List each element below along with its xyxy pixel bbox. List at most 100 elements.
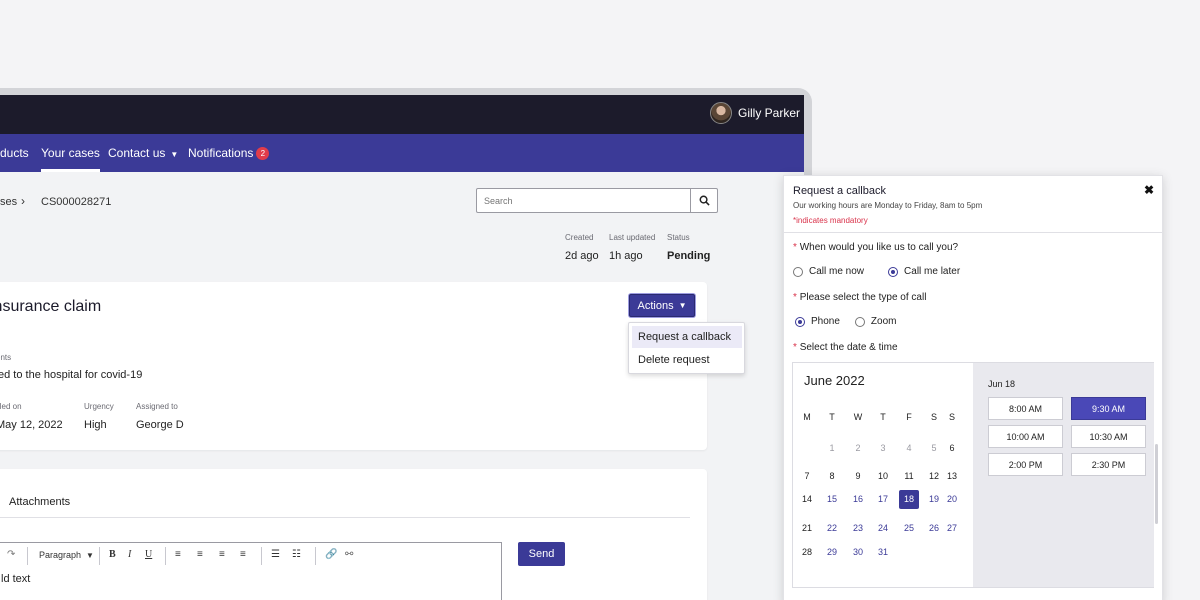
menu-item-request-callback[interactable]: Request a callback (632, 326, 742, 348)
search-button[interactable] (690, 189, 717, 212)
calendar-day[interactable]: 7 (797, 467, 817, 486)
time-slot-button[interactable]: 2:30 PM (1071, 453, 1146, 476)
toolbar-divider (165, 547, 166, 565)
nav-notifications-label: Notifications (188, 146, 254, 160)
nav-your-cases[interactable]: Your cases (41, 146, 100, 172)
status-value: Pending (667, 250, 711, 262)
radio-call-later[interactable] (888, 266, 899, 277)
comments-label: ents (0, 353, 12, 362)
calendar-day[interactable]: 20 (942, 490, 962, 509)
bullet-list-icon[interactable]: ☰ (271, 549, 280, 560)
app-screen: Gilly Parker ducts Your cases Contact us… (0, 95, 804, 600)
tab-attachments[interactable]: Attachments (9, 496, 70, 508)
nav-contact-us[interactable]: Contact us ▼ (108, 146, 178, 160)
justify-icon[interactable]: ≡ (240, 549, 246, 560)
radio-phone[interactable] (795, 316, 805, 327)
calendar-day[interactable]: 29 (822, 543, 842, 562)
question-when-label: When would you like us to call you? (799, 242, 959, 253)
message-editor[interactable]: ld text (0, 569, 502, 600)
panel-scrollbar[interactable] (1155, 444, 1158, 524)
caret-down-icon: ▼ (170, 150, 179, 159)
notification-badge: 2 (256, 147, 270, 160)
top-bar: Gilly Parker (0, 95, 804, 134)
avatar (709, 102, 732, 124)
weekday-header: T (880, 412, 886, 422)
assigned-to-value: George D (136, 419, 184, 431)
align-center-icon[interactable]: ≡ (197, 549, 203, 560)
calendar-day[interactable]: 14 (797, 490, 817, 509)
radio-call-now[interactable] (793, 266, 803, 277)
paragraph-select[interactable]: Paragraph ▼ (39, 550, 94, 560)
calendar-day[interactable]: 25 (899, 519, 919, 538)
date-time-picker: June 2022 M T W T F S S 1 2 3 4 5 6 7 8 9 10 11 12 13 14 15 16… (792, 362, 1154, 588)
calendar-day[interactable]: 31 (873, 543, 893, 562)
calendar-day[interactable]: 19 (924, 490, 944, 509)
calendar-day[interactable]: 22 (822, 519, 842, 538)
breadcrumb-parent[interactable]: ses (0, 196, 17, 208)
italic-icon[interactable]: I (128, 549, 131, 560)
calendar-day[interactable]: 8 (822, 467, 842, 486)
link-icon[interactable]: 🔗 (325, 549, 337, 560)
calendar-day: 1 (829, 443, 835, 453)
calendar-day[interactable]: 23 (848, 519, 868, 538)
weekday-header: W (853, 412, 863, 422)
time-slot-button[interactable]: 9:30 AM (1071, 397, 1146, 420)
required-marker: * (793, 292, 797, 303)
search-icon (699, 195, 710, 206)
calendar-day[interactable]: 24 (873, 519, 893, 538)
calendar-day[interactable]: 12 (924, 467, 944, 486)
nav-notifications[interactable]: Notifications 2 (188, 146, 270, 160)
caret-down-icon: ▼ (86, 551, 94, 560)
weekday-header: M (803, 412, 811, 422)
case-title: insurance claim (0, 298, 102, 315)
calendar-day[interactable]: 27 (942, 519, 962, 538)
close-icon[interactable]: ✖ (1144, 183, 1154, 197)
calendar-day[interactable]: 13 (942, 467, 962, 486)
calendar-day[interactable]: 16 (848, 490, 868, 509)
radio-group-call-type: Phone Zoom (795, 316, 896, 327)
calendar-day[interactable]: 21 (797, 519, 817, 538)
calendar-day[interactable]: 17 (873, 490, 893, 509)
calendar-day[interactable]: 28 (797, 543, 817, 562)
filed-on-label: iled on (0, 402, 22, 411)
align-left-icon[interactable]: ≡ (175, 549, 181, 560)
time-slot-button[interactable]: 8:00 AM (988, 397, 1063, 420)
nav-products[interactable]: ducts (0, 146, 29, 160)
calendar-day[interactable]: 30 (848, 543, 868, 562)
breadcrumb-current: CS000028271 (41, 196, 112, 208)
calendar-day[interactable]: 18 (899, 490, 919, 509)
calendar-day[interactable]: 15 (822, 490, 842, 509)
question-date-time: * Select the date & time (793, 342, 898, 353)
send-button[interactable]: Send (518, 542, 565, 566)
calendar-day[interactable]: 10 (873, 467, 893, 486)
time-slot-button[interactable]: 10:00 AM (988, 425, 1063, 448)
radio-zoom[interactable] (854, 316, 865, 327)
actions-label: Actions (637, 299, 674, 312)
menu-item-delete-request[interactable]: Delete request (632, 349, 742, 371)
search-input[interactable] (477, 189, 691, 212)
urgency-label: Urgency (84, 402, 114, 411)
user-menu[interactable]: Gilly Parker (709, 102, 800, 124)
paragraph-select-label: Paragraph (39, 550, 82, 560)
align-right-icon[interactable]: ≡ (219, 549, 225, 560)
callback-panel: Request a callback Our working hours are… (783, 175, 1163, 600)
redo-icon[interactable]: ↷ (7, 549, 15, 560)
calendar-day[interactable]: 6 (942, 439, 962, 458)
toolbar-divider (315, 547, 316, 565)
calendar-day[interactable]: 9 (848, 467, 868, 486)
unlink-icon[interactable]: ⚯ (345, 549, 353, 560)
time-slot-button[interactable]: 2:00 PM (988, 453, 1063, 476)
calendar-day[interactable]: 26 (924, 519, 944, 538)
calendar-day[interactable]: 11 (899, 467, 919, 486)
bold-icon[interactable]: B (109, 549, 116, 560)
calendar-day: 4 (906, 443, 912, 453)
time-slot-button[interactable]: 10:30 AM (1071, 425, 1146, 448)
caret-down-icon: ▼ (678, 301, 687, 310)
last-updated-label: Last updated (609, 233, 656, 242)
calendar-month: June 2022 (804, 373, 865, 388)
numbered-list-icon[interactable]: ☷ (292, 549, 301, 560)
actions-button[interactable]: Actions ▼ (629, 294, 695, 317)
divider (0, 517, 690, 518)
underline-icon[interactable]: U (145, 549, 152, 560)
question-call-type: * Please select the type of call (793, 292, 926, 303)
